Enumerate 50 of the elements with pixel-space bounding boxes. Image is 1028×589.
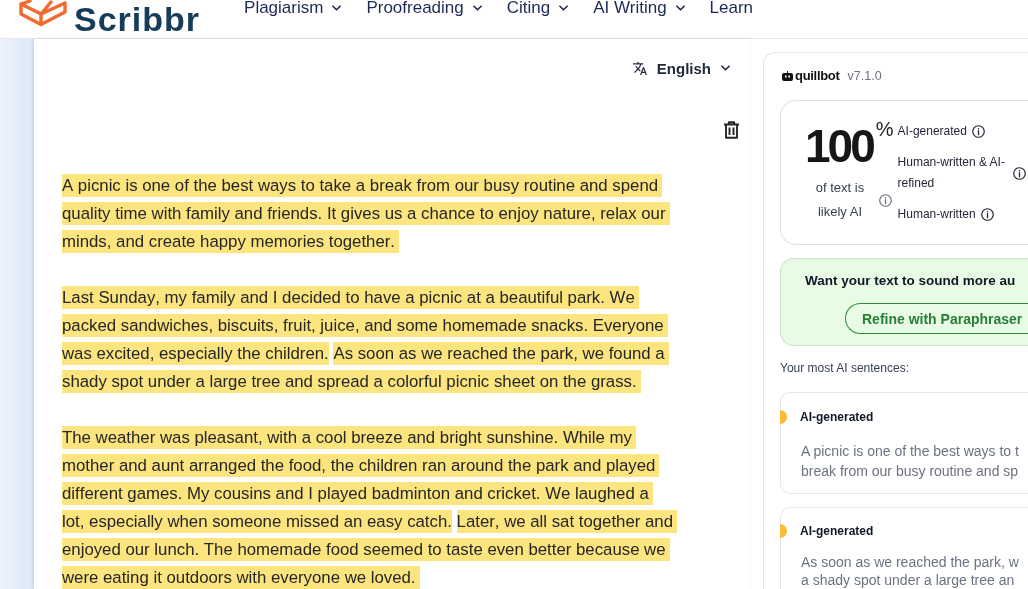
sentence-excerpt: As soon as we reached the park, w a shady spot under a large tree an (801, 553, 1020, 589)
highlighted-text: Last Sunday, my family and I decided to have a picnic at a beautiful park. We (62, 286, 639, 309)
nav-link[interactable]: Proofreading (366, 0, 482, 16)
chevron-down-icon (675, 5, 685, 11)
chevron-down-icon (332, 5, 342, 11)
highlighted-text: enjoyed our lunch. The homemade food seemed to taste even better because we (62, 538, 670, 561)
sentence-label: AI-generated (800, 410, 874, 424)
highlighted-text: were eating it outdoors with everyone we loved. (62, 566, 420, 589)
nav-link[interactable]: Citing (506, 0, 569, 16)
sentence-card[interactable]: AI-generated As soon as we reached the park, w a shady spot under a large tree an (780, 507, 1028, 589)
highlighted-text: mother and aunt arranged the food, the children ran around the park and played (62, 454, 660, 477)
category-label: AI-generated (897, 123, 967, 140)
version-label: v7.1.0 (847, 68, 882, 83)
logo-icon (18, 0, 68, 27)
highlighted-text: Later, we all sat together and (456, 510, 677, 533)
info-icon[interactable] (980, 208, 994, 221)
highlighted-text: A picnic is one of the best ways to take a break from our busy routine and spend (62, 174, 663, 197)
highlighted-text: As soon as we reached the park, we found a (333, 342, 669, 365)
nav-link[interactable]: AI Writing (593, 0, 685, 16)
info-icon[interactable] (1012, 166, 1026, 180)
sentence-card[interactable]: AI-generated A picnic is one of the best ways to t break from our busy routine and sp (780, 392, 1028, 494)
highlighted-text: was excited, especially the children. (62, 342, 329, 365)
highlighted-text: minds, and create happy memories together. (62, 230, 399, 253)
score-value: 100 (805, 122, 873, 170)
category-label: Human-written (897, 206, 976, 223)
percent-sign: % (875, 119, 894, 142)
translate-icon (632, 61, 647, 75)
language-dropdown[interactable]: English (632, 58, 730, 78)
score-caption: of text is likely AI (814, 179, 866, 221)
prompt-heading: Want your text to sound more au (805, 272, 1017, 290)
sentences-heading: Your most AI sentences: (780, 360, 910, 376)
nav-link[interactable]: Learn (709, 0, 754, 16)
highlighted-text: lot, especially when someone missed an easy catch. (62, 510, 452, 533)
nav-link[interactable]: Plagiarism (244, 0, 342, 16)
highlighted-text: quality time with family and friends. It gives us a chance to enjoy nature, relax our (62, 202, 670, 225)
highlighted-text: different games. My cousins and I played badminton and cricket. We laughed a (62, 482, 653, 505)
home-logo-link[interactable]: Scribbr (18, 0, 201, 38)
sentence-excerpt: A picnic is one of the best ways to t break from our busy routine and sp (801, 442, 1020, 481)
info-icon[interactable] (971, 125, 985, 138)
highlighted-text: The weather was pleasant, with a cool breeze and bright sunshine. While my (62, 426, 636, 449)
category-label: Human-written & AI-refined (897, 154, 1006, 192)
robot-icon (782, 70, 793, 81)
chevron-down-icon (559, 5, 569, 11)
trash-icon[interactable] (723, 121, 740, 139)
chevron-down-icon (721, 65, 730, 71)
chevron-down-icon (472, 5, 482, 11)
highlighted-text: shady spot under a large tree and spread a colorful picnic sheet on the grass. (62, 370, 641, 393)
sentence-label: AI-generated (800, 524, 874, 538)
brand-logo-text: quillbot (795, 68, 840, 83)
highlighted-text: packed sandwiches, biscuits, fruit, juice, and some homemade snacks. Everyone (62, 314, 668, 337)
